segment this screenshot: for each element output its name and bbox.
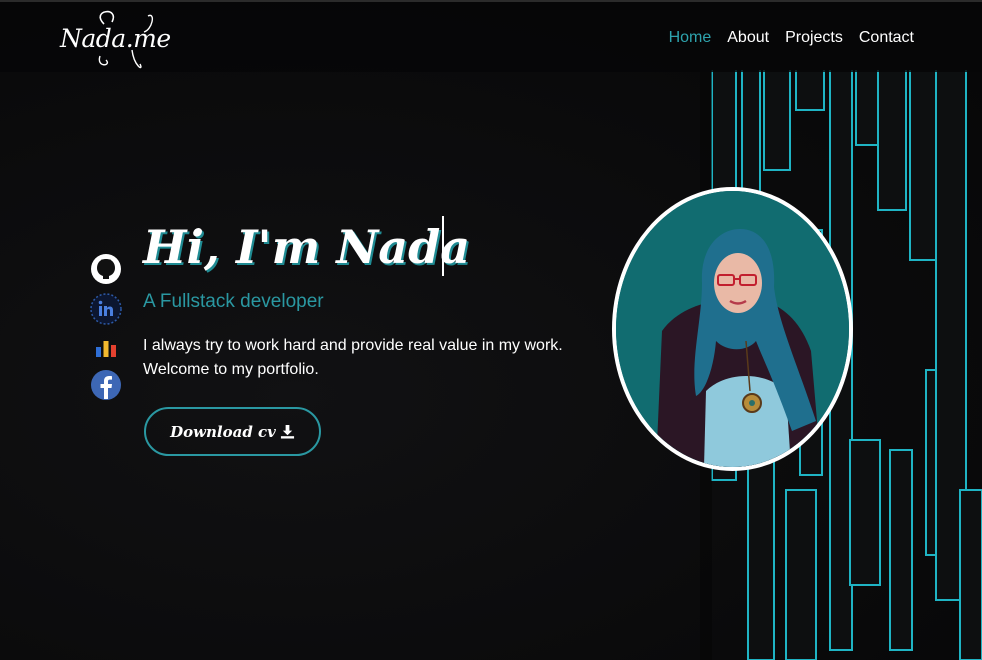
github-icon[interactable]	[90, 253, 122, 285]
download-icon	[280, 424, 294, 439]
stats-icon[interactable]	[90, 333, 122, 365]
hero-title: Hi, I'm Nada	[143, 220, 471, 274]
nav-links: Home About Projects Contact	[669, 29, 914, 47]
nav-projects[interactable]: Projects	[785, 29, 843, 47]
facebook-icon[interactable]	[90, 369, 122, 401]
typing-cursor	[442, 216, 444, 276]
linkedin-icon[interactable]	[90, 293, 122, 325]
hero-description-line-1: I always try to work hard and provide re…	[143, 337, 563, 354]
nav-about[interactable]: About	[727, 29, 769, 47]
profile-photo	[612, 187, 853, 471]
page: Nada.me Home About Projects Contact Hi, …	[0, 0, 982, 660]
profile-illustration	[616, 191, 849, 467]
hero-description: I always try to work hard and provide re…	[143, 334, 583, 382]
nav-home[interactable]: Home	[669, 29, 712, 47]
hero-description-line-2: Welcome to my portfolio.	[143, 361, 319, 378]
nav-contact[interactable]: Contact	[859, 29, 914, 47]
download-cv-label: Download cv	[170, 422, 276, 441]
hero-subtitle: A Fullstack developer	[143, 291, 324, 312]
logo[interactable]: Nada.me	[60, 10, 171, 72]
navbar: Nada.me Home About Projects Contact	[0, 2, 982, 72]
logo-text: Nada.me	[60, 24, 171, 53]
download-cv-button[interactable]: Download cv	[144, 407, 321, 456]
